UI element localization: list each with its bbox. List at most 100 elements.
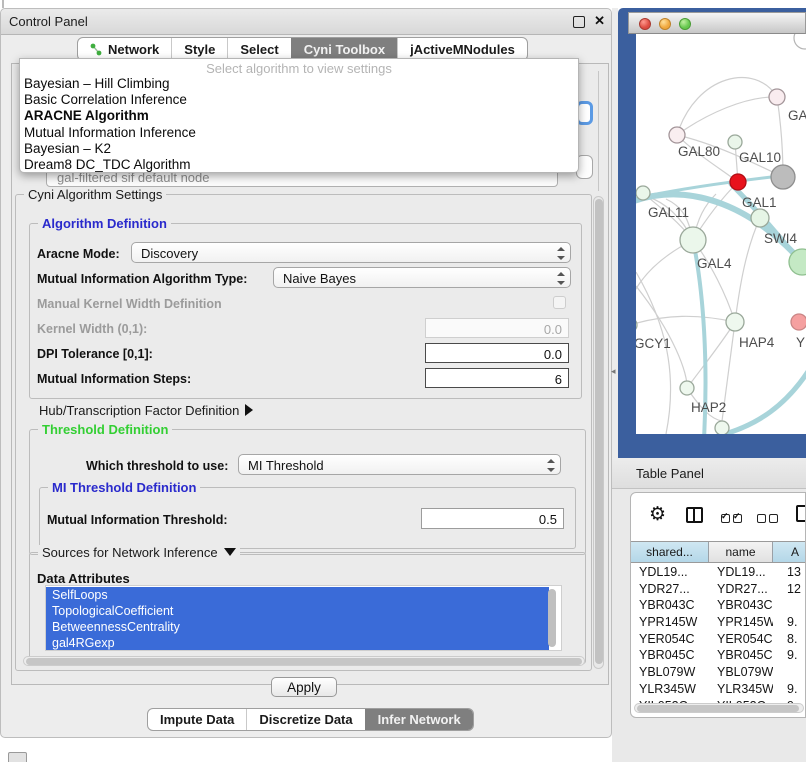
table-cell: YPR145W <box>631 615 709 632</box>
scrollbar-thumb[interactable] <box>595 199 603 664</box>
scrollbar-thumb[interactable] <box>637 705 799 712</box>
node-label: HAP2 <box>691 400 726 415</box>
tab-discretize-data[interactable]: Discretize Data <box>246 709 364 730</box>
tab-impute-data[interactable]: Impute Data <box>148 709 246 730</box>
hide-columns-icon[interactable] <box>757 510 781 528</box>
mi-steps-field[interactable]: 6 <box>425 368 569 388</box>
divider-notch <box>2 0 4 8</box>
table-row[interactable]: YLR345WYLR345W9. <box>631 682 806 699</box>
table-cell: YER054C <box>709 632 773 649</box>
aracne-mode-label: Aracne Mode: <box>37 247 120 261</box>
tab-jactivemnodules[interactable]: jActiveMNodules <box>397 38 527 60</box>
node-hap4[interactable] <box>726 313 744 331</box>
table-row[interactable]: YPR145WYPR145W9. <box>631 615 806 632</box>
dpi-tolerance-field[interactable]: 0.0 <box>425 343 569 363</box>
which-threshold-combobox[interactable]: MI Threshold <box>238 454 561 475</box>
algorithm-option[interactable]: Bayesian – Hill Climbing <box>20 76 578 92</box>
network-icon <box>90 43 103 56</box>
sources-expander[interactable]: Sources for Network Inference <box>38 545 240 560</box>
node-unlabeled[interactable] <box>728 135 742 149</box>
minimize-traffic-light-icon[interactable] <box>659 18 671 30</box>
apply-button[interactable]: Apply <box>271 677 337 697</box>
tab-cyni-toolbox[interactable]: Cyni Toolbox <box>291 38 397 60</box>
splitter-collapse-icon[interactable]: ◂ <box>611 366 616 377</box>
attribute-item[interactable]: gal4RGexp <box>46 635 549 651</box>
node-gal10[interactable] <box>771 165 795 189</box>
settings-vertical-scrollbar[interactable] <box>593 196 604 669</box>
attribute-item[interactable]: SelfLoops <box>46 587 549 603</box>
table-row[interactable]: YBR043CYBR043C <box>631 598 806 615</box>
algorithm-option[interactable]: Dream8 DC_TDC Algorithm <box>20 157 578 173</box>
scrollbar-thumb[interactable] <box>26 658 582 665</box>
close-traffic-light-icon[interactable] <box>639 18 651 30</box>
algorithm-option[interactable]: Mutual Information Inference <box>20 125 578 141</box>
gear-icon[interactable]: ⚙ <box>649 503 666 525</box>
node-gal11[interactable] <box>636 186 650 200</box>
network-canvas[interactable]: GAL8 GAL80 GAL10 GAL1 GAL11 SWI4 GAL4 GC… <box>636 34 806 434</box>
table-cell: YBR045C <box>709 648 773 665</box>
node-label: GAL11 <box>648 205 689 220</box>
attributes-vertical-scrollbar[interactable] <box>547 587 558 649</box>
table-horizontal-scrollbar[interactable] <box>634 703 804 713</box>
node-swi4[interactable] <box>751 209 769 227</box>
tab-select[interactable]: Select <box>227 38 290 60</box>
node-bottom[interactable] <box>715 421 729 434</box>
node-gal1[interactable] <box>730 174 746 190</box>
column-header-shared[interactable]: shared... <box>631 542 709 562</box>
tab-label: Select <box>240 42 278 57</box>
scrollbar-thumb[interactable] <box>548 589 556 647</box>
close-icon[interactable]: ✕ <box>594 13 605 29</box>
table-panel-title: Table Panel <box>636 466 704 481</box>
aracne-mode-combobox[interactable]: Discovery <box>131 242 571 263</box>
column-header-partial[interactable]: A <box>773 542 806 562</box>
tab-infer-network[interactable]: Infer Network <box>365 709 473 730</box>
tab-label: Cyni Toolbox <box>304 42 385 57</box>
mi-threshold-field[interactable]: 0.5 <box>421 508 564 529</box>
algorithm-option[interactable]: Bayesian – K2 <box>20 141 578 157</box>
table-row[interactable]: YDL19...YDL19...13 <box>631 565 806 582</box>
node-label: HAP4 <box>739 335 775 350</box>
network-graph: GAL8 GAL80 GAL10 GAL1 GAL11 SWI4 GAL4 GC… <box>636 34 806 434</box>
group-title: Algorithm Definition <box>38 216 171 231</box>
attribute-item[interactable]: BetweennessCentrality <box>46 619 549 635</box>
data-attributes-listbox[interactable]: SelfLoopsTopologicalCoefficientBetweenne… <box>45 585 562 651</box>
node-gal4[interactable] <box>680 227 706 253</box>
group-title: Cyni Algorithm Settings <box>24 187 166 202</box>
kernel-width-field[interactable]: 0.0 <box>425 318 569 338</box>
dropdown-placeholder: Select algorithm to view settings <box>20 59 578 76</box>
stepper-arrows-icon <box>546 459 555 472</box>
table-row[interactable]: YER054CYER054C8. <box>631 632 806 649</box>
node-hap2[interactable] <box>680 381 694 395</box>
table-cell: 13 <box>773 565 806 582</box>
network-window-titlebar[interactable] <box>628 12 806 34</box>
table-body: YDL19...YDL19...13YDR27...YDR27...12YBR0… <box>631 565 806 715</box>
tab-style[interactable]: Style <box>171 38 227 60</box>
table-row[interactable]: YDR27...YDR27...12 <box>631 582 806 599</box>
table-row[interactable]: YBR045CYBR045C9. <box>631 648 806 665</box>
zoom-traffic-light-icon[interactable] <box>679 18 691 30</box>
control-panel-titlebar[interactable]: Control Panel ✕ <box>1 9 611 35</box>
split-pane-icon[interactable] <box>686 507 703 523</box>
node-y[interactable] <box>791 314 806 330</box>
float-window-icon[interactable] <box>573 16 585 28</box>
node-gal80[interactable] <box>669 127 685 143</box>
table-window: ⚙ shared... name A YDL19...YDL19...13YDR… <box>630 492 806 718</box>
node-gal8[interactable] <box>769 89 785 105</box>
manual-kernel-checkbox[interactable] <box>553 296 566 309</box>
algorithm-option[interactable]: Basic Correlation Inference <box>20 92 578 108</box>
hub-definition-expander[interactable]: Hub/Transcription Factor Definition <box>39 402 253 420</box>
show-checked-columns-icon[interactable] <box>721 510 745 528</box>
mi-type-combobox[interactable]: Naive Bayes <box>273 267 571 288</box>
field-value: 6 <box>555 372 562 387</box>
minimized-panel-icon[interactable] <box>8 752 27 762</box>
algorithm-option[interactable]: ARACNE Algorithm <box>20 108 578 124</box>
settings-horizontal-scrollbar[interactable] <box>23 656 585 666</box>
attribute-item[interactable]: TopologicalCoefficient <box>46 603 549 619</box>
export-table-icon[interactable] <box>796 505 806 522</box>
node-gcy1[interactable] <box>636 318 637 332</box>
table-panel-titlebar[interactable]: Table Panel <box>612 458 806 489</box>
table-row[interactable]: YBL079WYBL079W <box>631 665 806 682</box>
tab-network[interactable]: Network <box>78 38 171 60</box>
panel-title: Control Panel <box>9 14 88 29</box>
column-header-name[interactable]: name <box>709 542 773 562</box>
